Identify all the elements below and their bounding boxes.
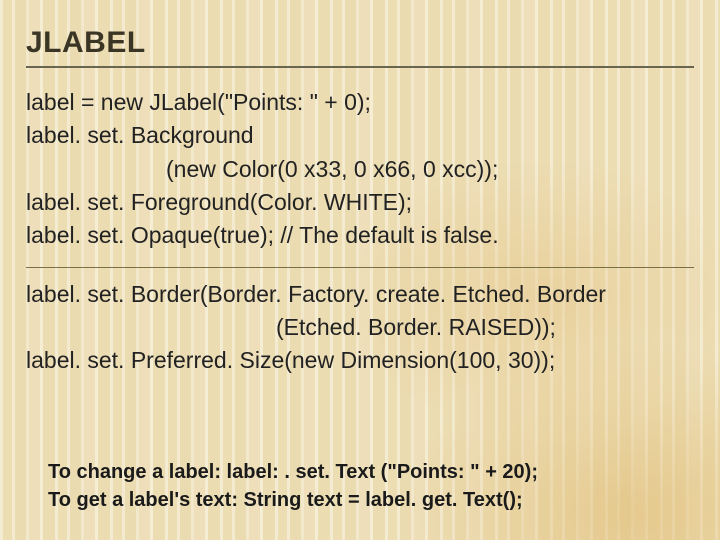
code-block-1: label = new JLabel("Points: " + 0); labe… <box>26 86 694 253</box>
footer-line: To change a label: label: . set. Text ("… <box>48 458 690 486</box>
code-line: label. set. Opaque(true); // The default… <box>26 219 694 252</box>
code-line: label. set. Border(Border. Factory. crea… <box>26 278 694 311</box>
code-line: (Etched. Border. RAISED)); <box>26 311 694 344</box>
code-block-2: label. set. Border(Border. Factory. crea… <box>26 278 694 378</box>
code-line: label. set. Preferred. Size(new Dimensio… <box>26 344 694 377</box>
slide-title: JLABEL <box>26 26 694 68</box>
slide: JLABEL label = new JLabel("Points: " + 0… <box>0 0 720 540</box>
code-line: label. set. Foreground(Color. WHITE); <box>26 186 694 219</box>
footer-notes: To change a label: label: . set. Text ("… <box>48 458 690 514</box>
code-line: label = new JLabel("Points: " + 0); <box>26 86 694 119</box>
code-line: (new Color(0 x33, 0 x66, 0 xcc)); <box>26 153 694 186</box>
footer-line: To get a label's text: String text = lab… <box>48 486 690 514</box>
divider <box>26 267 694 268</box>
code-line: label. set. Background <box>26 119 694 152</box>
